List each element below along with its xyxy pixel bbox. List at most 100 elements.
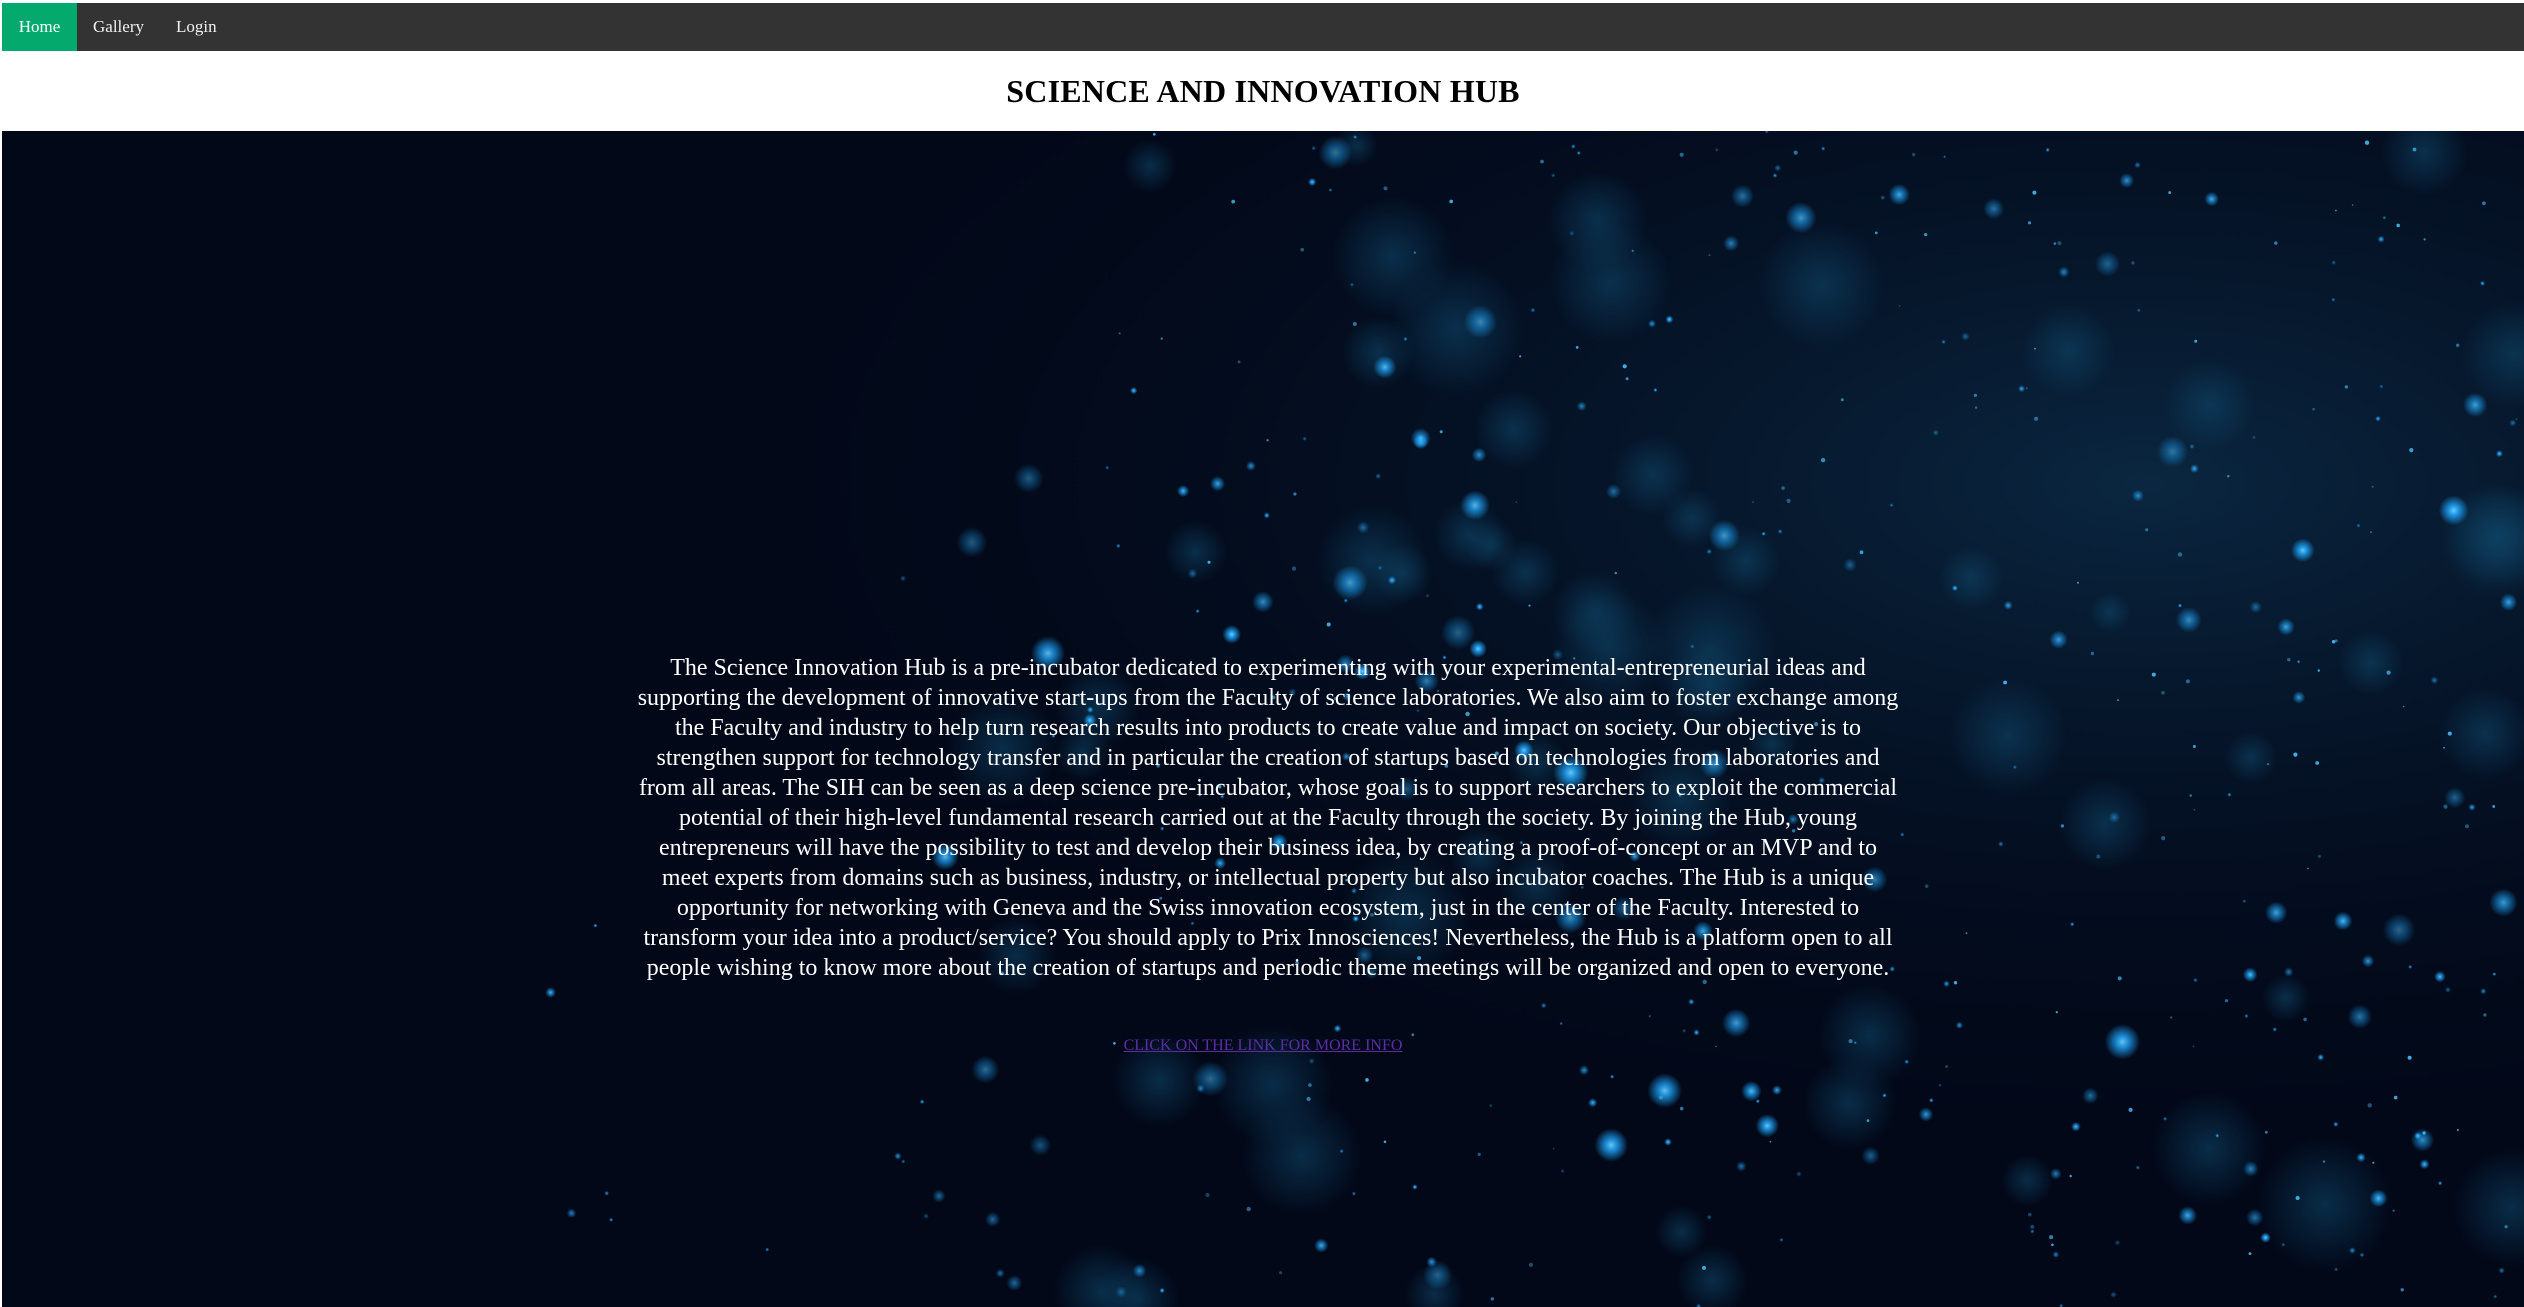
glow-particle — [1569, 230, 1575, 236]
glow-particle — [1252, 591, 1274, 613]
glow-particle — [1741, 1081, 1762, 1102]
glow-particle — [1772, 173, 1778, 178]
speck-particle — [2443, 746, 2446, 749]
speck-particle — [1625, 377, 1629, 381]
speck-particle — [2051, 1243, 2054, 1247]
speck-particle — [2482, 201, 2486, 206]
speck-particle — [1118, 332, 1121, 335]
glow-particle — [2361, 954, 2375, 968]
haze-particle — [1241, 1095, 1363, 1217]
glow-particle — [2265, 901, 2288, 924]
speck-particle — [1365, 1078, 1369, 1082]
speck-particle — [1614, 571, 1618, 575]
glow-particle — [1177, 485, 1190, 497]
speck-particle — [2274, 241, 2278, 245]
glow-particle — [1425, 593, 1430, 598]
haze-particle — [2224, 731, 2278, 784]
haze-particle — [1465, 520, 1517, 572]
speck-particle — [2185, 679, 2190, 684]
glow-particle — [1785, 202, 1817, 234]
glow-particle — [2244, 1013, 2249, 1019]
glow-particle — [2131, 489, 2144, 502]
glow-particle — [2495, 450, 2503, 458]
glow-particle — [1412, 1184, 1418, 1190]
speck-particle — [2264, 1130, 2268, 1134]
glow-particle — [1821, 146, 1826, 151]
top-navigation: Home Gallery Login — [2, 3, 2524, 51]
speck-particle — [2351, 204, 2354, 206]
glow-particle — [1246, 461, 1256, 471]
speck-particle — [1925, 884, 1929, 888]
glow-particle — [2277, 618, 2295, 636]
glow-particle — [1951, 585, 1958, 592]
glow-particle — [1263, 512, 1270, 519]
glow-particle — [2347, 1004, 2372, 1029]
speck-particle — [2364, 140, 2370, 145]
glow-particle — [2134, 161, 2141, 169]
speck-particle — [1769, 1140, 1772, 1143]
glow-particle — [2480, 988, 2487, 995]
haze-particle — [1655, 1205, 1708, 1259]
speck-particle — [2297, 660, 2300, 663]
glow-particle — [2227, 792, 2232, 797]
speck-particle — [1160, 337, 1163, 340]
glow-particle — [604, 1191, 609, 1196]
speck-particle — [2034, 416, 2039, 421]
glow-particle — [2375, 415, 2381, 422]
speck-particle — [2194, 339, 2198, 343]
hero-section: The Science Innovation Hub is a pre-incu… — [2, 131, 2524, 1307]
speck-particle — [1943, 155, 1946, 158]
speck-particle — [2443, 804, 2448, 809]
glow-particle — [1648, 319, 1656, 328]
glow-particle — [1311, 146, 1316, 151]
nav-home-link[interactable]: Home — [2, 3, 77, 51]
speck-particle — [2504, 1225, 2508, 1229]
haze-particle — [1547, 170, 1648, 271]
speck-particle — [2034, 347, 2036, 350]
glow-particle — [2480, 280, 2485, 286]
glow-particle — [2493, 1294, 2498, 1299]
more-info-link[interactable]: CLICK ON THE LINK FOR MORE INFO — [1124, 1037, 1403, 1054]
speck-particle — [2069, 1174, 2072, 1178]
glow-particle — [1998, 841, 2004, 847]
nav-login-link[interactable]: Login — [160, 3, 233, 51]
speck-particle — [2344, 385, 2349, 389]
glow-particle — [2204, 191, 2219, 207]
glow-particle — [1187, 568, 1198, 579]
nav-gallery-link[interactable]: Gallery — [77, 3, 160, 51]
glow-particle — [2379, 384, 2384, 389]
glow-particle — [1861, 1146, 1880, 1165]
glow-particle — [2243, 1161, 2259, 1177]
more-info-link-container: CLICK ON THE LINK FOR MORE INFO — [2, 1037, 2524, 1055]
glow-particle — [1664, 1138, 1672, 1146]
speck-particle — [1552, 1147, 1555, 1150]
glow-particle — [1576, 151, 1581, 155]
glow-particle — [1192, 1061, 1229, 1097]
glow-particle — [919, 1099, 925, 1105]
glow-particle — [1210, 476, 1226, 492]
speck-particle — [2386, 670, 2391, 675]
glow-particle — [1339, 1149, 1344, 1154]
speck-particle — [1293, 492, 1297, 496]
glow-particle — [1761, 531, 1766, 536]
speck-particle — [1207, 560, 1211, 564]
speck-particle — [1793, 150, 1798, 155]
speck-particle — [1911, 152, 1916, 157]
glow-particle — [1772, 1085, 1782, 1095]
glow-particle — [1843, 558, 1857, 572]
speck-particle — [2370, 531, 2372, 533]
glow-particle — [1318, 135, 1353, 170]
speck-particle — [2396, 223, 2400, 228]
speck-particle — [2483, 1013, 2487, 1017]
speck-particle — [2193, 808, 2196, 811]
glow-particle — [2242, 967, 2258, 982]
glow-particle — [2135, 1165, 2141, 1170]
speck-particle — [2189, 794, 2192, 797]
glow-particle — [1571, 144, 1576, 149]
glow-particle — [1579, 1065, 1590, 1076]
glow-particle — [2070, 922, 2075, 927]
speck-particle — [1679, 152, 1684, 157]
haze-particle — [1553, 569, 1636, 653]
glow-particle — [2108, 811, 2121, 824]
glow-particle — [1576, 401, 1587, 412]
